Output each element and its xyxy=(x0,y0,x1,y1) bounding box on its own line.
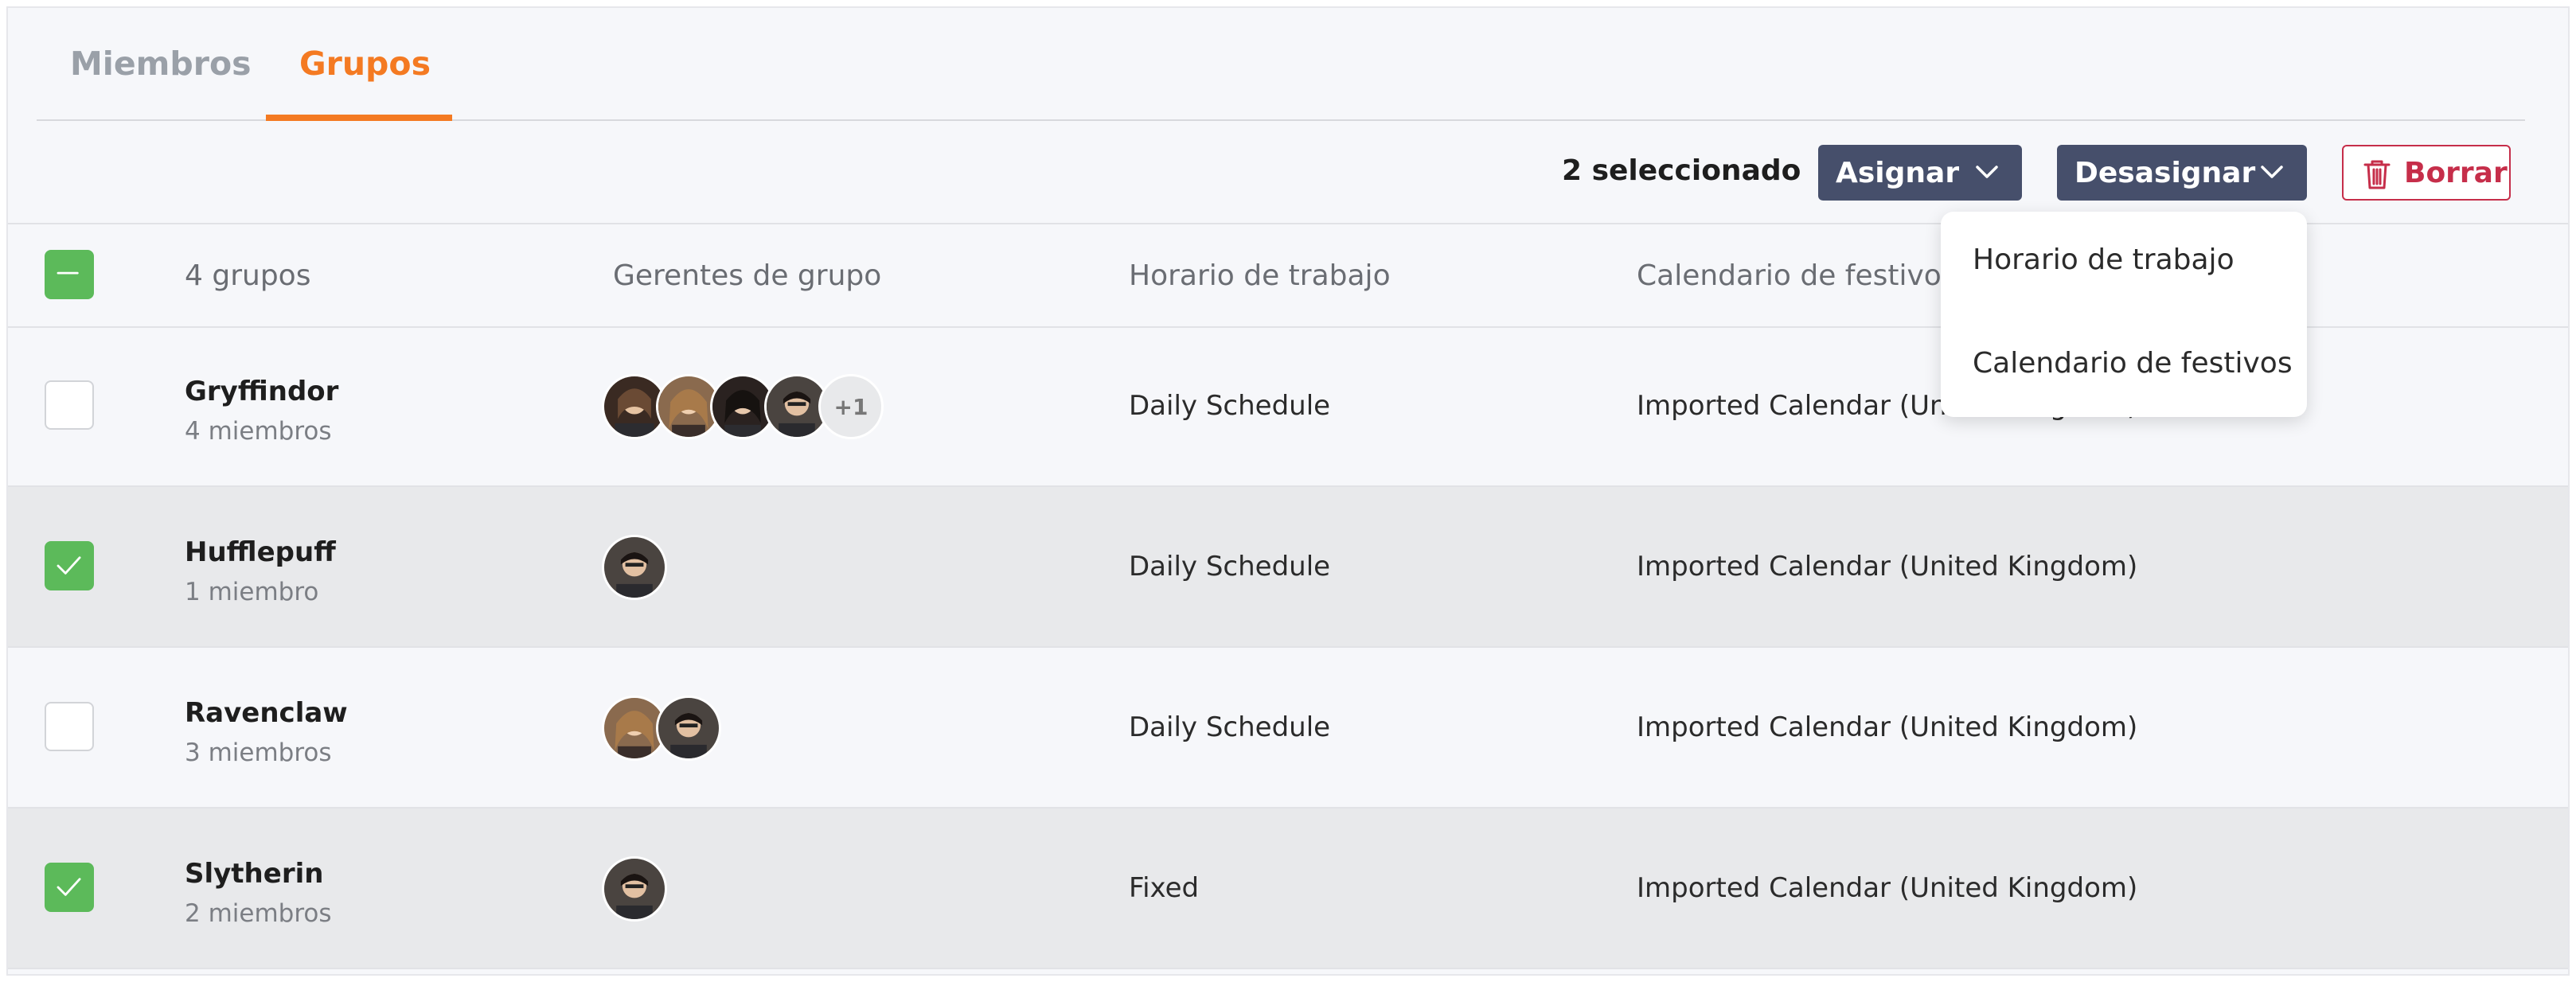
group-member-count: 1 miembro xyxy=(185,578,319,606)
group-name: Gryffindor xyxy=(185,376,339,407)
avatar xyxy=(602,856,667,922)
selection-count: 2 seleccionado xyxy=(1562,154,1801,187)
table-row[interactable]: Hufflepuff 1 miembro Daily Schedule Impo… xyxy=(8,487,2568,648)
holidays-column-header: Calendario de festivos xyxy=(1637,259,1957,292)
group-name: Ravenclaw xyxy=(185,697,348,729)
calendar-cell: Imported Calendar (United Kingdom) xyxy=(1637,551,2138,583)
assign-button[interactable]: Asignar xyxy=(1818,145,2022,201)
schedule-column-header: Horario de trabajo xyxy=(1129,259,1391,292)
row-checkbox[interactable] xyxy=(45,380,94,430)
group-member-count: 3 miembros xyxy=(185,738,332,767)
table-row[interactable]: Ravenclaw 3 miembros Daily Schedule Impo… xyxy=(8,648,2568,809)
select-all-checkbox[interactable] xyxy=(45,250,94,299)
row-checkbox[interactable] xyxy=(45,863,94,912)
tab-members[interactable]: Miembros xyxy=(70,45,252,83)
unassign-dropdown-menu: Horario de trabajo Calendario de festivo… xyxy=(1941,212,2307,417)
bulk-actions-toolbar: 2 seleccionado Asignar Desasignar Borrar xyxy=(8,119,2568,224)
schedule-cell: Fixed xyxy=(1129,872,1200,904)
calendar-cell: Imported Calendar (United Kingdom) xyxy=(1637,872,2138,904)
assign-button-label: Asignar xyxy=(1836,156,1960,189)
group-member-count: 4 miembros xyxy=(185,417,332,446)
row-checkbox[interactable] xyxy=(45,541,94,590)
trash-icon xyxy=(2363,160,2391,189)
menu-item-holiday-calendar[interactable]: Calendario de festivos xyxy=(1973,347,2293,380)
groups-count-header: 4 grupos xyxy=(185,259,311,292)
indeterminate-icon xyxy=(57,271,79,275)
more-avatars-badge[interactable]: +1 xyxy=(818,374,884,439)
groups-panel: Miembros Grupos 2 seleccionado Asignar D… xyxy=(6,6,2570,976)
avatar xyxy=(656,696,721,761)
avatar xyxy=(602,535,667,600)
calendar-cell: Imported Calendar (United Kingdom) xyxy=(1637,711,2138,743)
chevron-down-icon xyxy=(2261,166,2283,178)
unassign-button[interactable]: Desasignar xyxy=(2057,145,2307,201)
group-member-count: 2 miembros xyxy=(185,899,332,928)
checkmark-icon xyxy=(57,878,81,896)
managers-column-header: Gerentes de grupo xyxy=(613,259,882,292)
delete-button-label: Borrar xyxy=(2404,157,2508,189)
chevron-down-icon xyxy=(1976,166,1998,178)
row-checkbox[interactable] xyxy=(45,702,94,751)
unassign-button-label: Desasignar xyxy=(2074,156,2256,189)
group-name: Hufflepuff xyxy=(185,536,336,568)
table-row[interactable]: Slytherin 2 miembros Fixed Imported Cale… xyxy=(8,809,2568,969)
schedule-cell: Daily Schedule xyxy=(1129,711,1331,743)
tab-bar: Miembros Grupos xyxy=(37,37,2525,121)
group-name: Slytherin xyxy=(185,858,324,890)
tab-groups[interactable]: Grupos xyxy=(299,45,431,83)
schedule-cell: Daily Schedule xyxy=(1129,390,1331,422)
checkmark-icon xyxy=(57,556,81,575)
schedule-cell: Daily Schedule xyxy=(1129,551,1331,583)
delete-button[interactable]: Borrar xyxy=(2342,145,2511,201)
menu-item-work-schedule[interactable]: Horario de trabajo xyxy=(1973,244,2234,276)
